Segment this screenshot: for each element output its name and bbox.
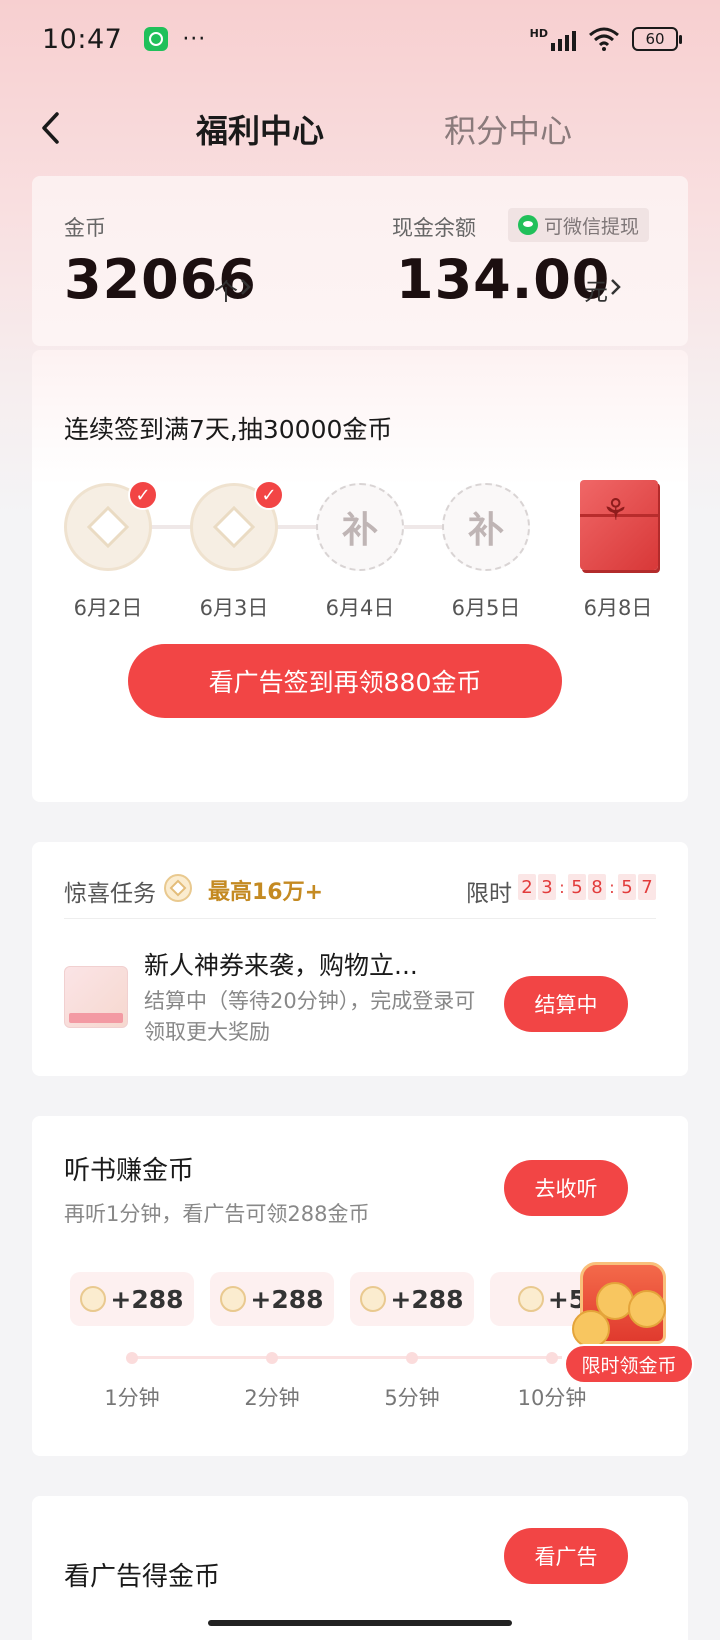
makeup-signin-button[interactable]: 补: [442, 483, 530, 571]
reward-amount: +288: [110, 1284, 184, 1314]
listen-progress-track: [132, 1356, 562, 1359]
battery-icon: 60: [632, 27, 682, 51]
tab-welfare-center[interactable]: 福利中心: [196, 106, 324, 152]
coin-icon: [220, 1286, 247, 1312]
progress-dot: [266, 1352, 278, 1364]
hd-label: HD: [529, 27, 548, 40]
status-time: 10:47: [42, 23, 123, 55]
reward-amount: +288: [250, 1284, 324, 1314]
signin-day-label: 6月8日: [583, 596, 653, 620]
signal-icon: HD: [530, 27, 576, 51]
timer-digit: 8: [588, 874, 606, 900]
limit-label: 限时: [466, 881, 512, 907]
listen-time-label: 1分钟: [104, 1386, 160, 1410]
wechat-badge-label: 可微信提现: [544, 215, 640, 238]
coins-label: 金币: [64, 216, 106, 240]
surprise-task-max: 最高16万+: [208, 880, 324, 905]
timer-colon: :: [559, 877, 565, 897]
listen-time-label: 5分钟: [384, 1386, 440, 1410]
gift-box-icon[interactable]: ⚘: [580, 480, 658, 570]
task-item-description: 结算中（等待20分钟），完成登录可领取更大奖励: [144, 989, 476, 1044]
checked-icon: ✓: [254, 480, 284, 510]
listen-reward-chip: +288: [210, 1272, 334, 1326]
limited-coins-label: 限时领金币: [564, 1344, 694, 1384]
progress-dot: [406, 1352, 418, 1364]
coin-icon: [164, 874, 192, 902]
tab-points-center[interactable]: 积分中心: [444, 106, 572, 152]
listen-time-label: 2分钟: [244, 1386, 300, 1410]
chevron-right-icon: [241, 279, 251, 295]
divider: [64, 918, 656, 919]
coin-icon: [517, 1286, 544, 1312]
chevron-left-icon: [42, 112, 59, 144]
signin-day-label: 6月3日: [199, 596, 269, 620]
status-bar: 10:47 ··· HD 60: [0, 0, 720, 78]
reward-amount: +288: [390, 1284, 464, 1314]
makeup-signin-button[interactable]: 补: [316, 483, 404, 571]
chevron-right-icon: [611, 279, 621, 295]
watch-ad-title: 看广告得金币: [64, 1562, 221, 1592]
watch-ad-signin-button[interactable]: 看广告签到再领880金币: [128, 644, 562, 718]
watch-ad-button[interactable]: 看广告: [504, 1528, 628, 1584]
audiobook-subtitle: 再听1分钟，看广告可领288金币: [64, 1202, 370, 1226]
signin-day-label: 6月5日: [451, 596, 521, 620]
timer-digit: 5: [618, 874, 636, 900]
home-indicator[interactable]: [208, 1620, 512, 1626]
top-nav: 福利中心 积分中心: [0, 88, 720, 166]
progress-dot: [546, 1352, 558, 1364]
coin-icon: [80, 1286, 107, 1312]
surprise-task-card: 惊喜任务 最高16万+ 限时 2 3 : 5 8 : 5 7 新人神券来袭，购物…: [32, 842, 688, 1076]
wechat-withdraw-badge[interactable]: 可微信提现: [508, 208, 650, 242]
listen-reward-chip: +288: [350, 1272, 474, 1326]
watch-ad-card: 看广告得金币 看广告: [32, 1496, 688, 1640]
wechat-icon: [518, 215, 538, 235]
countdown-timer: 2 3 : 5 8 : 5 7: [518, 874, 656, 900]
progress-dot: [126, 1352, 138, 1364]
cash-unit: 元: [584, 278, 608, 306]
cash-value: 134.00: [396, 248, 611, 311]
balance-card: 金币 32066 个 现金余额 可微信提现 134.00 元: [32, 176, 688, 346]
listen-reward-chip: +288: [70, 1272, 194, 1326]
limited-coins-float-button[interactable]: 限时领金币: [560, 1262, 700, 1402]
signin-day-label: 6月4日: [325, 596, 395, 620]
checked-icon: ✓: [128, 480, 158, 510]
signin-card: 连续签到满7天,抽30000金币 ✓ ✓ 补 补 ⚘ 6月2日 6月3日 6月4…: [32, 350, 688, 802]
coins-unit: 个: [214, 278, 238, 306]
task-item-title[interactable]: 新人神券来袭，购物立...: [144, 946, 418, 982]
cash-label: 现金余额: [392, 216, 476, 240]
go-listen-button[interactable]: 去收听: [504, 1160, 628, 1216]
back-button[interactable]: [40, 108, 76, 148]
timer-digit: 5: [568, 874, 586, 900]
timer-digit: 3: [538, 874, 556, 900]
coin-icon: [572, 1310, 610, 1348]
wifi-icon: [589, 27, 619, 51]
audiobook-title: 听书赚金币: [64, 1156, 195, 1186]
app-notification-icon: [144, 27, 169, 51]
timer-colon: :: [609, 877, 615, 897]
surprise-task-title: 惊喜任务: [64, 881, 156, 907]
settling-button[interactable]: 结算中: [504, 976, 628, 1032]
signin-day-label: 6月2日: [73, 596, 143, 620]
coin-icon: [628, 1290, 666, 1328]
gift-bow-icon: ⚘: [602, 493, 629, 528]
status-more-icon: ···: [182, 26, 207, 52]
signin-title: 连续签到满7天,抽30000金币: [64, 415, 393, 444]
coin-icon: [360, 1286, 387, 1312]
timer-digit: 2: [518, 874, 536, 900]
task-thumbnail[interactable]: [64, 966, 128, 1028]
timer-digit: 7: [638, 874, 656, 900]
